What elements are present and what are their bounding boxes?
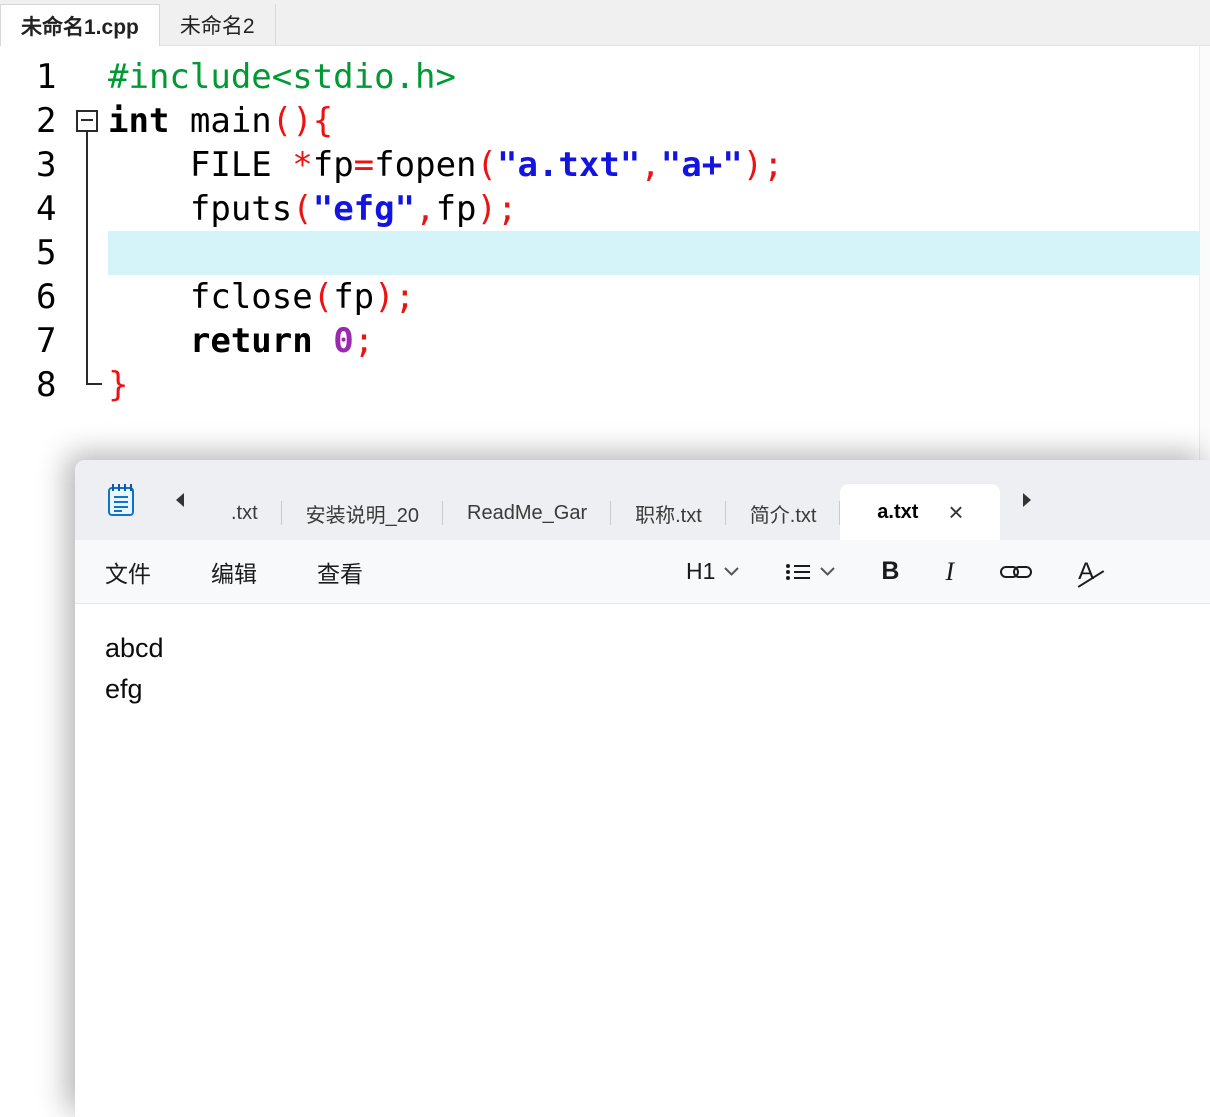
menu-item[interactable]: 查看	[317, 555, 363, 589]
text-line[interactable]: abcd	[105, 628, 1210, 669]
code-text[interactable]: int main(){	[108, 99, 1199, 143]
code-text[interactable]: fclose(fp);	[108, 275, 1199, 319]
line-number: 6	[36, 277, 57, 317]
fold-guide-line	[86, 187, 88, 231]
line-number: 8	[36, 365, 57, 405]
notepad-tab-label: 职称.txt	[635, 504, 702, 527]
notepad-menubar: 文件 编辑 查看 H1 B I A	[75, 540, 1210, 604]
chevron-down-icon	[820, 567, 836, 576]
notepad-tab[interactable]: a.txt ×	[840, 484, 1001, 540]
notepad-tab[interactable]: 简介.txt	[726, 486, 841, 540]
tab-close-icon[interactable]: ×	[948, 499, 963, 525]
notepad-menus: 文件 编辑 查看	[105, 555, 423, 589]
notepad-tabstrip: .txt 安装说明_20 ReadMe_Gar 职称.txt 简介.txt a.txt ×	[75, 460, 1210, 540]
fold-gutter	[66, 187, 108, 231]
ide-tabbar: 未命名1.cpp 未命名2	[0, 0, 1210, 46]
editor-lines: 1 #include<stdio.h> 2 int main(){3 FILE *fp…	[0, 55, 1210, 407]
notepad-tab[interactable]: .txt	[207, 486, 282, 540]
tab-scroll-left-button[interactable]	[161, 481, 199, 519]
notepad-tab-label: 安装说明_20	[305, 504, 420, 527]
fold-gutter[interactable]	[66, 99, 108, 143]
code-editor[interactable]: 1 #include<stdio.h> 2 int main(){3 FILE *fp…	[0, 46, 1210, 407]
editor-line[interactable]: 4 fputs("efg",fp);	[0, 187, 1210, 231]
code-text[interactable]: fputs("efg",fp);	[108, 187, 1199, 231]
notepad-tab[interactable]: 职称.txt	[611, 486, 726, 540]
tab-scroll-right-button[interactable]	[1008, 481, 1046, 519]
notepad-app-icon	[105, 482, 137, 518]
editor-line[interactable]: 1 #include<stdio.h>	[0, 55, 1210, 99]
line-number: 5	[36, 233, 57, 273]
menu-item[interactable]: 文件	[105, 555, 151, 589]
code-text[interactable]: return 0;	[108, 319, 1199, 363]
editor-line[interactable]: 6 fclose(fp);	[0, 275, 1210, 319]
editor-line[interactable]: 5	[0, 231, 1210, 275]
clear-formatting-icon: A	[1078, 558, 1102, 586]
notepad-tab[interactable]: ReadMe_Gar	[443, 486, 612, 540]
ide-tab[interactable]: 未命名2	[159, 4, 276, 45]
code-text[interactable]: FILE *fp=fopen("a.txt","a+");	[108, 143, 1199, 187]
line-number: 2	[36, 101, 57, 141]
notepad-tab-label: ReadMe_Gar	[467, 501, 588, 524]
notepad-tabs: .txt 安装说明_20 ReadMe_Gar 职称.txt 简介.txt a.txt ×	[207, 460, 1001, 540]
fold-gutter	[66, 231, 108, 275]
bold-icon: B	[881, 557, 900, 585]
bullet-list-icon	[786, 563, 811, 580]
notepad-window: .txt 安装说明_20 ReadMe_Gar 职称.txt 简介.txt a.txt × …	[75, 460, 1210, 1117]
list-style-button[interactable]	[777, 558, 843, 586]
heading-style-button[interactable]: H1	[678, 554, 747, 589]
editor-line[interactable]: 3 FILE *fp=fopen("a.txt","a+");	[0, 143, 1210, 187]
chevron-right-icon	[1023, 493, 1032, 507]
editor-line[interactable]: 2 int main(){	[0, 99, 1210, 143]
editor-line[interactable]: 7 return 0;	[0, 319, 1210, 363]
fold-gutter	[66, 143, 108, 187]
fold-guide-line	[86, 231, 88, 275]
fold-guide-line	[86, 319, 88, 363]
fold-guide-line	[86, 143, 88, 187]
fold-guide-line	[86, 363, 88, 384]
code-text[interactable]: #include<stdio.h>	[108, 55, 1199, 99]
notepad-tab-label: a.txt	[877, 500, 919, 523]
fold-guide-end	[86, 383, 102, 385]
bold-button[interactable]: B	[873, 553, 907, 590]
notepad-toolbar: H1 B I A	[678, 553, 1110, 591]
line-number: 7	[36, 321, 57, 361]
text-line[interactable]: efg	[105, 669, 1210, 710]
notepad-tab[interactable]: 安装说明_20	[282, 486, 444, 540]
heading-style-label: H1	[686, 558, 716, 584]
menu-item[interactable]: 编辑	[211, 555, 257, 589]
link-icon	[1000, 565, 1033, 578]
line-number: 1	[36, 57, 57, 97]
fold-gutter	[66, 55, 108, 99]
chevron-down-icon	[724, 567, 740, 576]
fold-guide-line	[86, 275, 88, 319]
line-number: 4	[36, 189, 57, 229]
fold-collapse-icon[interactable]	[76, 110, 98, 132]
clear-formatting-button[interactable]: A	[1070, 554, 1110, 590]
notepad-tab-label: .txt	[231, 501, 258, 524]
fold-gutter	[66, 363, 108, 407]
notepad-content[interactable]: abcd efg	[75, 604, 1210, 1117]
code-text[interactable]	[108, 231, 1199, 275]
italic-button[interactable]: I	[937, 553, 962, 591]
notepad-tab-label: 简介.txt	[749, 504, 817, 527]
ide-tab[interactable]: 未命名1.cpp	[0, 4, 160, 46]
fold-gutter	[66, 319, 108, 363]
code-text[interactable]: }	[108, 363, 1199, 407]
italic-icon: I	[945, 556, 955, 586]
link-button[interactable]	[992, 559, 1040, 585]
editor-line[interactable]: 8}	[0, 363, 1210, 407]
fold-gutter	[66, 275, 108, 319]
chevron-left-icon	[176, 493, 184, 507]
line-number: 3	[36, 145, 57, 185]
